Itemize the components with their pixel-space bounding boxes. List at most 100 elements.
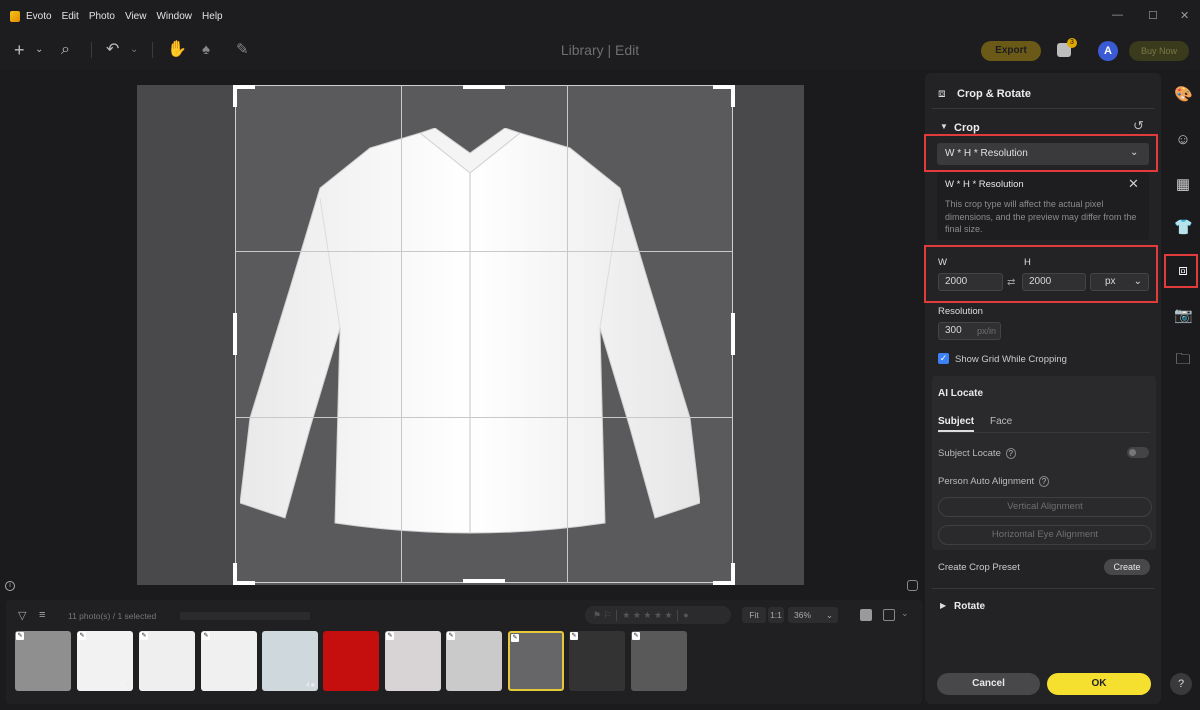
compare-view-icon[interactable]: [883, 609, 895, 621]
help-icon[interactable]: ?: [1005, 448, 1016, 459]
minimize-button[interactable]: —: [1112, 9, 1123, 21]
unit-select[interactable]: px ⌄: [1090, 273, 1149, 291]
chevron-down-icon: ⌄: [825, 610, 833, 620]
thumbnail-couple[interactable]: ✎: [15, 631, 71, 691]
person-auto-alignment-label: Person Auto Alignment ?: [938, 476, 1050, 487]
tab-face[interactable]: Face: [990, 416, 1012, 427]
rotate-section-title[interactable]: Rotate: [954, 601, 985, 612]
tab-subject[interactable]: Subject: [938, 416, 975, 432]
thumbnail-pink-shirt[interactable]: ✎: [385, 631, 441, 691]
photo-count: 11 photo(s) / 1 selected: [68, 611, 157, 621]
folder-icon[interactable]: 🗀: [1174, 351, 1192, 369]
menu-window[interactable]: Window: [156, 11, 192, 22]
crop-section-title[interactable]: Crop: [954, 122, 980, 134]
thumbnail-white-shirt-a[interactable]: ✎: [446, 631, 502, 691]
crop-frame[interactable]: [235, 85, 733, 583]
sort-icon[interactable]: ≡: [39, 609, 45, 621]
palette-icon[interactable]: 🎨: [1174, 86, 1193, 104]
edit-tab[interactable]: Edit: [615, 42, 639, 58]
crop-handle-right[interactable]: [731, 313, 735, 355]
face-icon[interactable]: ☺: [1174, 131, 1192, 149]
help-icon[interactable]: ?: [1038, 476, 1050, 487]
brush-tool-icon[interactable]: ♠: [202, 40, 210, 60]
ok-button[interactable]: OK: [1047, 673, 1151, 695]
bandage-tool-icon[interactable]: ✎: [236, 40, 249, 60]
thumbnail-grey-shirt-dark[interactable]: ✎: [569, 631, 625, 691]
menu-view[interactable]: View: [125, 11, 147, 22]
menu-help[interactable]: Help: [202, 11, 223, 22]
zoom-1to1-button[interactable]: 1:1: [768, 607, 784, 623]
close-window-button[interactable]: ✕: [1180, 9, 1189, 22]
edited-pencil-icon: ✎: [16, 632, 24, 640]
search-icon[interactable]: ⌕: [61, 40, 70, 60]
thumbnail-grey-shirt[interactable]: ✎: [631, 631, 687, 691]
crop-handle-bottom[interactable]: [463, 579, 505, 583]
thumbnail-apple-red[interactable]: [323, 631, 379, 691]
subject-locate-toggle[interactable]: [1127, 447, 1149, 458]
zoom-fit-button[interactable]: Fit: [742, 607, 766, 623]
crop-handle-bottom-left[interactable]: [233, 563, 255, 585]
export-button[interactable]: Export: [981, 41, 1041, 61]
resolution-unit: px/in: [977, 326, 997, 336]
create-preset-button[interactable]: Create: [1104, 559, 1150, 575]
vertical-alignment-button[interactable]: Vertical Alignment: [938, 497, 1152, 517]
crop-handle-top[interactable]: [463, 85, 505, 89]
thumbnail-person-pink[interactable]: ✎ ★: [139, 631, 195, 691]
hand-tool-icon[interactable]: ✋: [167, 40, 187, 60]
tooltip-title: W * H * Resolution: [945, 179, 1024, 190]
ai-locate-title: AI Locate: [938, 388, 984, 399]
cancel-button[interactable]: Cancel: [937, 673, 1040, 695]
thumbnail-white-shirt-selected[interactable]: ✎: [508, 631, 564, 691]
crop-handle-top-left[interactable]: [233, 85, 255, 107]
clothing-icon[interactable]: 👕: [1174, 219, 1193, 237]
notification-badge: 3: [1067, 38, 1077, 48]
undo-history-chevron-icon[interactable]: ⌄: [130, 40, 138, 60]
filmstrip-path: [180, 612, 310, 620]
maximize-button[interactable]: ☐: [1148, 9, 1158, 22]
edited-pencil-icon: ✎: [202, 632, 210, 640]
crop-handle-left[interactable]: [233, 313, 237, 355]
library-tab[interactable]: Library: [561, 42, 604, 58]
thumbnail-glass-bowl[interactable]: 4★: [262, 631, 318, 691]
user-avatar[interactable]: A: [1098, 41, 1118, 61]
height-input[interactable]: 2000: [1022, 273, 1086, 291]
crop-grid-line: [567, 85, 568, 583]
collapse-triangle-icon[interactable]: ▼: [940, 122, 948, 131]
swap-dimensions-icon[interactable]: ⇄: [1007, 277, 1015, 288]
single-view-icon[interactable]: [860, 609, 872, 621]
buy-now-button[interactable]: Buy Now: [1129, 41, 1189, 61]
crop-handle-top-right[interactable]: [713, 85, 735, 107]
close-icon[interactable]: ✕: [1128, 176, 1139, 192]
edited-pencil-icon: ✎: [511, 634, 519, 642]
help-button[interactable]: ?: [1170, 673, 1192, 695]
add-icon[interactable]: +: [14, 40, 25, 60]
rating-filter-bar[interactable]: ⚑ ⚐ │ ★ ★ ★ ★ ★ │ ●: [585, 606, 731, 624]
show-grid-checkbox[interactable]: ✓: [938, 353, 949, 364]
app-logo-icon: [10, 10, 20, 22]
thumbnail-man-black[interactable]: ✎ ★: [201, 631, 257, 691]
show-grid-label[interactable]: Show Grid While Cropping: [955, 354, 1067, 365]
background-icon[interactable]: ▦: [1174, 176, 1192, 194]
edited-pencil-icon: ✎: [140, 632, 148, 640]
crop-handle-bottom-right[interactable]: [713, 563, 735, 585]
reset-icon[interactable]: ↺: [1133, 118, 1144, 134]
filter-icon[interactable]: ▽: [18, 609, 26, 622]
camera-icon[interactable]: 📷: [1174, 307, 1193, 325]
subject-locate-text: Subject Locate: [938, 448, 1001, 459]
compare-view-icon[interactable]: [907, 580, 918, 591]
thumbnail-woman-jeans[interactable]: ✎ ★: [77, 631, 133, 691]
width-input[interactable]: 2000: [938, 273, 1003, 291]
horizontal-eye-alignment-button[interactable]: Horizontal Eye Alignment: [938, 525, 1152, 545]
menu-edit[interactable]: Edit: [62, 11, 79, 22]
chevron-down-icon: ⌄: [1133, 276, 1142, 287]
add-dropdown-chevron-icon[interactable]: ⌄: [35, 40, 43, 60]
chevron-down-icon[interactable]: ⌄: [901, 608, 909, 619]
crop-grid-line: [235, 417, 733, 418]
info-icon[interactable]: i: [5, 581, 15, 591]
undo-icon[interactable]: ↶: [106, 40, 119, 60]
zoom-select[interactable]: 36% ⌄: [788, 607, 838, 623]
view-switcher: Library | Edit: [540, 42, 660, 58]
menu-photo[interactable]: Photo: [89, 11, 115, 22]
zoom-value: 36%: [794, 610, 812, 620]
expand-triangle-icon[interactable]: ▶: [940, 601, 946, 610]
